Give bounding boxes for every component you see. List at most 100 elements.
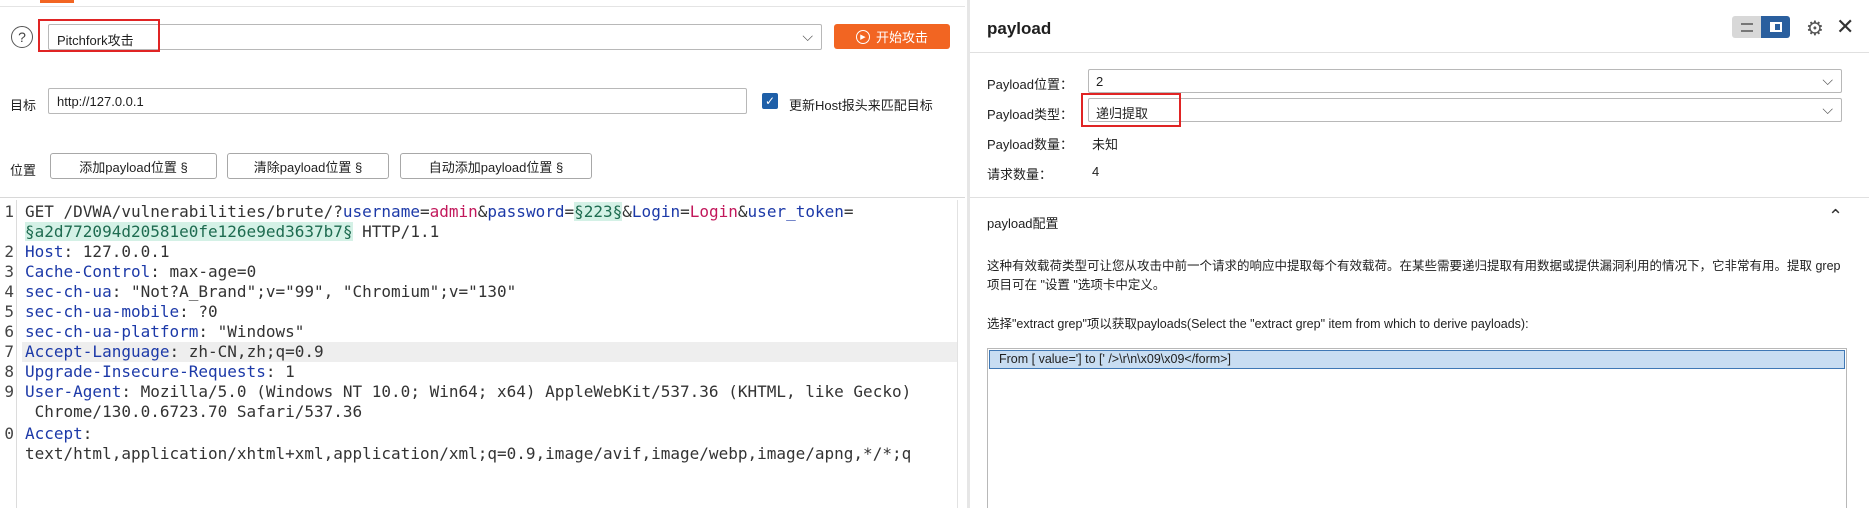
header-name: sec-ch-ua <box>25 282 112 301</box>
header-value: : "Windows" <box>198 322 305 341</box>
header-value: : Mozilla/5.0 (Windows NT 10.0; Win64; x… <box>121 382 912 401</box>
update-host-label: 更新Host报头来匹配目标 <box>789 98 933 113</box>
start-attack-label: 开始攻击 <box>875 30 928 45</box>
header-line-wrap: Chrome/130.0.6723.70 Safari/537.36 <box>25 402 363 422</box>
annotation-highlight-payload-type <box>1081 93 1181 127</box>
header-value: : 127.0.0.1 <box>63 242 170 261</box>
payload-type-description: 这种有效载荷类型可让您从攻击中前一个请求的响应中提取每个有效载荷。在某些需要递归… <box>987 259 1841 292</box>
header-value: : 1 <box>265 362 295 381</box>
header-name: Cache-Control <box>25 262 151 281</box>
line-number: 3 <box>4 262 14 281</box>
payload-count-label: Payload数量： <box>987 137 1073 152</box>
play-icon: ▶ <box>855 29 870 44</box>
header-value: Chrome/130.0.6723.70 Safari/537.36 <box>25 402 363 421</box>
param-name: password <box>487 202 565 221</box>
header-line: Host: 127.0.0.1 <box>25 242 170 262</box>
payload-marker[interactable]: §a2d772094d20581e0fe126e9ed3637b7§ <box>25 222 353 241</box>
equals: = <box>843 202 854 221</box>
extract-grep-list[interactable]: From [ value='] to [' />\r\n\x09\x09</fo… <box>987 348 1847 508</box>
http-version: HTTP/1.1 <box>352 222 440 241</box>
target-label: 目标 <box>10 98 37 113</box>
gutter-divider <box>16 200 17 508</box>
start-attack-button[interactable]: ▶ 开始攻击 <box>834 24 950 49</box>
header-name: Upgrade-Insecure-Requests <box>25 362 266 381</box>
header-value: : <box>82 424 93 443</box>
add-payload-position-button[interactable]: 添加payload位置 § <box>50 153 217 179</box>
clear-payload-position-button[interactable]: 清除payload位置 § <box>227 153 389 179</box>
header-line: sec-ch-ua: "Not?A_Brand";v="99", "Chromi… <box>25 282 516 302</box>
help-icon[interactable]: ? <box>11 26 33 48</box>
header-line-current: Accept-Language: zh-CN,zh;q=0.9 <box>22 342 957 362</box>
line-number: 5 <box>4 302 14 321</box>
ampersand: & <box>477 202 488 221</box>
header-line: Upgrade-Insecure-Requests: 1 <box>25 362 295 382</box>
line-number: 4 <box>4 282 14 301</box>
target-url-value: http://127.0.0.1 <box>57 94 144 109</box>
payload-count-value: 未知 <box>1092 137 1119 152</box>
ampersand: & <box>737 202 748 221</box>
gear-icon[interactable]: ⚙ <box>1806 16 1824 41</box>
target-url-input[interactable]: http://127.0.0.1 <box>48 88 747 114</box>
request-line: GET /DVWA/vulnerabilities/brute/?usernam… <box>25 202 854 222</box>
header-name: Host <box>25 242 64 261</box>
param-value: Login <box>689 202 738 221</box>
intruder-left-panel: ? Pitchfork攻击 ⌵ ▶ 开始攻击 目标 http://127.0.0… <box>0 0 965 508</box>
panel-title: payload <box>987 19 1052 38</box>
chevron-down-icon: ⌵ <box>1822 72 1833 88</box>
param-value: admin <box>429 202 478 221</box>
request-editor[interactable]: 1 GET /DVWA/vulnerabilities/brute/?usern… <box>0 200 965 508</box>
editor-divider <box>0 197 965 198</box>
header-value: : "Not?A_Brand";v="99", "Chromium";v="13… <box>111 282 517 301</box>
payload-type-label: Payload类型： <box>987 107 1073 122</box>
chevron-down-icon: ⌵ <box>802 28 813 44</box>
close-icon[interactable]: ✕ <box>1836 14 1854 40</box>
layout-vertical-icon[interactable] <box>1761 16 1790 38</box>
request-line-wrap: §a2d772094d20581e0fe126e9ed3637b7§ HTTP/… <box>25 222 439 242</box>
list-item[interactable]: From [ value='] to [' />\r\n\x09\x09</fo… <box>989 350 1845 369</box>
auto-add-payload-position-button[interactable]: 自动添加payload位置 § <box>400 153 592 179</box>
positions-label: 位置 <box>10 163 37 178</box>
header-line: Cache-Control: max-age=0 <box>25 262 256 282</box>
ampersand: & <box>622 202 632 221</box>
request-count-value: 4 <box>1092 164 1100 179</box>
payload-type-select[interactable]: 递归提取 ⌵ <box>1088 98 1842 122</box>
editor-scrollbar-track[interactable] <box>957 200 958 508</box>
header-value: text/html,application/xhtml+xml,applicat… <box>25 444 912 463</box>
header-value: : ?0 <box>179 302 218 321</box>
request-path: GET /DVWA/vulnerabilities/brute/? <box>25 202 343 221</box>
header-line: Accept: <box>25 424 92 444</box>
equals: = <box>680 202 690 221</box>
param-name: user_token <box>747 202 844 221</box>
payload-position-label: Payload位置： <box>987 77 1073 92</box>
equals: = <box>564 202 575 221</box>
payload-panel: payload ⚙ ✕ Payload位置： 2 ⌵ Payload类型： 递归… <box>970 0 1869 508</box>
header-value: : max-age=0 <box>150 262 257 281</box>
chevron-up-icon[interactable]: ⌃ <box>1828 206 1843 227</box>
line-number: 9 <box>4 382 14 401</box>
annotation-highlight-attack-type <box>38 19 160 52</box>
update-host-checkbox[interactable]: ✓ <box>762 93 778 109</box>
header-name: sec-ch-ua-mobile <box>25 302 180 321</box>
payload-config-title: payload配置 <box>987 216 1059 231</box>
payload-position-select[interactable]: 2 ⌵ <box>1088 69 1842 93</box>
section-divider <box>970 197 1869 198</box>
header-value: : zh-CN,zh;q=0.9 <box>169 342 324 361</box>
payload-marker[interactable]: §223§ <box>574 202 623 221</box>
line-number: 6 <box>4 322 14 341</box>
header-name: sec-ch-ua-platform <box>25 322 199 341</box>
line-number: 7 <box>4 342 14 361</box>
param-name: username <box>342 202 420 221</box>
layout-horizontal-icon[interactable] <box>1732 16 1761 38</box>
line-number: 8 <box>4 362 14 381</box>
chevron-down-icon: ⌵ <box>1822 101 1833 117</box>
header-line: User-Agent: Mozilla/5.0 (Windows NT 10.0… <box>25 382 911 402</box>
header-line: sec-ch-ua-mobile: ?0 <box>25 302 218 322</box>
header-name: Accept-Language <box>25 342 170 361</box>
header-line-wrap: text/html,application/xhtml+xml,applicat… <box>25 444 911 464</box>
line-number: 0 <box>4 424 14 443</box>
attack-type-select[interactable]: Pitchfork攻击 ⌵ <box>48 24 822 50</box>
layout-toggle[interactable] <box>1732 16 1790 38</box>
header-name: Accept <box>25 424 83 443</box>
panel-header-divider <box>970 52 1869 53</box>
request-count-label: 请求数量： <box>987 167 1053 182</box>
